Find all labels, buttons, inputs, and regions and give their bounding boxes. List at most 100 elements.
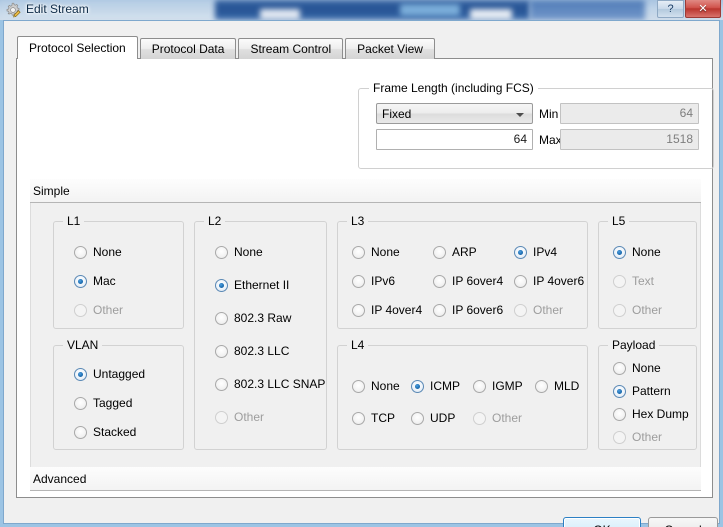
group-l3: L3 None ARP IPv4 IPv6 IP 6over4 IP 4over… [337, 214, 588, 329]
radio-label: MLD [554, 379, 580, 393]
radio-label: ICMP [430, 379, 460, 393]
radio-l4-igmp[interactable]: IGMP [473, 378, 523, 394]
frame-length-group: Frame Length (including FCS) Fixed 64 Mi… [358, 81, 714, 169]
frame-length-mode-value: Fixed [382, 106, 412, 121]
window-title: Edit Stream [26, 2, 89, 16]
radio-indicator-icon [514, 303, 527, 317]
radio-indicator-icon [613, 245, 626, 259]
radio-l3-other[interactable]: Other [514, 302, 563, 318]
radio-label: ARP [452, 245, 477, 259]
radio-payload-pattern[interactable]: Pattern [613, 383, 671, 399]
close-button[interactable]: ✕ [685, 0, 721, 18]
tab-packet-view[interactable]: Packet View [345, 38, 435, 59]
radio-label: Tagged [93, 396, 133, 410]
radio-l2-8023-llc-snap[interactable]: 802.3 LLC SNAP [215, 376, 325, 392]
radio-indicator-icon [411, 379, 424, 393]
radio-l4-none[interactable]: None [352, 378, 400, 394]
radio-l3-ip-4over6[interactable]: IP 4over6 [514, 273, 584, 289]
radio-l3-arp[interactable]: ARP [433, 244, 477, 260]
radio-label: Other [632, 430, 663, 444]
radio-l4-mld[interactable]: MLD [535, 378, 579, 394]
dialog-client-area: Protocol Selection Protocol Data Stream … [0, 20, 723, 527]
glass-backdrop-chip-b [470, 9, 512, 20]
tab-strip: Protocol Selection Protocol Data Stream … [17, 36, 437, 59]
radio-l3-ipv4[interactable]: IPv4 [514, 244, 557, 260]
frame-length-mode-select[interactable]: Fixed [376, 103, 533, 124]
radio-label: UDP [430, 411, 456, 425]
radio-l2-8023-raw[interactable]: 802.3 Raw [215, 310, 291, 326]
radio-label: Other [632, 303, 663, 317]
radio-indicator-icon [613, 303, 626, 317]
radio-indicator-icon [352, 379, 365, 393]
radio-l4-tcp[interactable]: TCP [352, 410, 395, 426]
radio-label: Other [492, 411, 523, 425]
radio-l1-other[interactable]: Other [74, 302, 123, 318]
radio-payload-hex-dump[interactable]: Hex Dump [613, 406, 689, 422]
radio-vlan-stacked[interactable]: Stacked [74, 424, 136, 440]
radio-l2-8023-llc[interactable]: 802.3 LLC [215, 343, 289, 359]
radio-indicator-icon [411, 411, 424, 425]
radio-payload-none[interactable]: None [613, 360, 661, 376]
frame-length-max-input[interactable]: 1518 [560, 129, 699, 150]
radio-label: Mac [93, 274, 116, 288]
section-header-simple[interactable]: Simple [30, 179, 701, 203]
radio-l5-other[interactable]: Other [613, 302, 662, 318]
ok-button[interactable]: OK [563, 517, 641, 527]
radio-l4-udp[interactable]: UDP [411, 410, 455, 426]
radio-l2-ethernet-ii[interactable]: Ethernet II [215, 277, 289, 293]
glass-backdrop-accent [400, 4, 460, 16]
group-l1: L1 None Mac Other [53, 214, 184, 329]
radio-label: Pattern [632, 384, 671, 398]
radio-indicator-icon [535, 379, 548, 393]
radio-label: IP 6over4 [452, 274, 504, 288]
radio-l3-ip-6over6[interactable]: IP 6over6 [433, 302, 503, 318]
radio-indicator-icon [514, 274, 527, 288]
radio-label: IP 4over6 [533, 274, 585, 288]
tab-protocol-data[interactable]: Protocol Data [139, 38, 237, 59]
radio-l5-none[interactable]: None [613, 244, 661, 260]
group-l5: L5 None Text Other [598, 214, 697, 329]
radio-l3-ip-4over4[interactable]: IP 4over4 [352, 302, 422, 318]
frame-length-min-input[interactable]: 64 [560, 103, 699, 124]
radio-l1-mac[interactable]: Mac [74, 273, 116, 289]
group-l1-legend: L1 [63, 214, 85, 228]
radio-l3-none[interactable]: None [352, 244, 400, 260]
radio-label: None [234, 245, 263, 259]
radio-indicator-icon [352, 303, 365, 317]
help-button[interactable]: ? [657, 0, 684, 18]
radio-l1-none[interactable]: None [74, 244, 122, 260]
radio-vlan-untagged[interactable]: Untagged [74, 366, 145, 382]
radio-label: None [371, 379, 400, 393]
radio-label: IGMP [492, 379, 523, 393]
radio-label: IP 4over4 [371, 303, 423, 317]
tab-protocol-selection[interactable]: Protocol Selection [17, 36, 138, 59]
cancel-button[interactable]: Cancel [648, 517, 718, 527]
radio-indicator-icon [74, 425, 87, 439]
radio-label: 802.3 LLC [234, 344, 290, 358]
radio-l3-ip-6over4[interactable]: IP 6over4 [433, 273, 503, 289]
radio-l3-ipv6[interactable]: IPv6 [352, 273, 395, 289]
section-header-advanced[interactable]: Advanced [30, 467, 701, 491]
radio-indicator-icon [613, 361, 626, 375]
group-l5-legend: L5 [608, 214, 630, 228]
group-vlan: VLAN Untagged Tagged Stacked [53, 338, 184, 450]
radio-payload-other[interactable]: Other [613, 429, 662, 445]
radio-vlan-tagged[interactable]: Tagged [74, 395, 132, 411]
frame-length-fixed-input[interactable]: 64 [376, 129, 533, 150]
title-bar[interactable]: Edit Stream ? ✕ [0, 0, 723, 20]
radio-l2-other[interactable]: Other [215, 409, 264, 425]
radio-indicator-icon [215, 377, 228, 391]
radio-indicator-icon [613, 430, 626, 444]
chevron-down-icon [516, 113, 524, 117]
radio-label: TCP [371, 411, 395, 425]
radio-l2-none[interactable]: None [215, 244, 263, 260]
radio-label: None [371, 245, 400, 259]
radio-l4-other[interactable]: Other [473, 410, 522, 426]
tab-stream-control[interactable]: Stream Control [238, 38, 344, 59]
edit-stream-gear-icon [6, 2, 21, 18]
radio-indicator-icon [215, 245, 228, 259]
edit-stream-dialog: Edit Stream ? ✕ Protocol Selection Proto… [0, 0, 723, 527]
radio-label: IP 6over6 [452, 303, 504, 317]
radio-l4-icmp[interactable]: ICMP [411, 378, 460, 394]
radio-l5-text[interactable]: Text [613, 273, 654, 289]
